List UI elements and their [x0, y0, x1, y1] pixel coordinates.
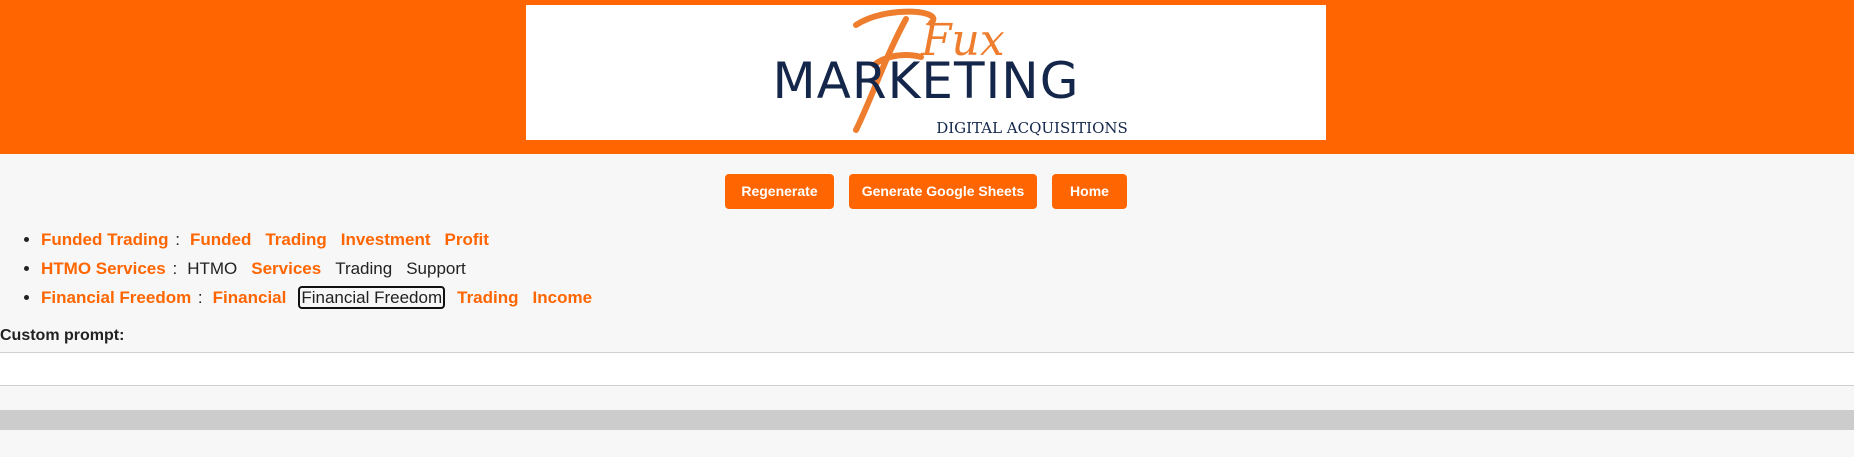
home-button[interactable]: Home — [1052, 174, 1127, 209]
generate-google-sheets-button[interactable]: Generate Google Sheets — [849, 174, 1037, 209]
keyword-chip[interactable]: Funded — [188, 230, 253, 249]
topic-item: Funded Trading : Funded Trading Investment P… — [41, 225, 604, 254]
regenerate-button[interactable]: Regenerate — [725, 174, 834, 209]
keyword-chip[interactable]: Services — [249, 259, 323, 278]
topic-list: Funded Trading : Funded Trading Investment P… — [0, 225, 604, 312]
keyword-chip[interactable]: Investment — [339, 230, 433, 249]
keyword-chip[interactable]: Trading — [333, 259, 394, 278]
keyword-chip[interactable]: Profit — [443, 230, 491, 249]
custom-prompt-input[interactable] — [0, 352, 1854, 386]
keyword-chip[interactable]: Financial Freedom — [298, 286, 446, 309]
action-buttons: Regenerate Generate Google Sheets Home — [0, 174, 1854, 210]
topic-separator: : — [167, 259, 178, 278]
custom-prompt-label: Custom prompt: — [0, 327, 125, 344]
logo: Fux MARKETING DIGITAL ACQUISITIONS — [526, 5, 1326, 140]
keyword-chip[interactable]: Support — [404, 259, 468, 278]
keyword-chip[interactable]: Income — [531, 288, 595, 307]
topic-title[interactable]: HTMO Services — [41, 259, 166, 278]
topic-item: Financial Freedom : Financial Financial Fr… — [41, 283, 604, 312]
logo-tagline: DIGITAL ACQUISITIONS — [936, 119, 1128, 137]
keyword-chip[interactable]: Trading — [455, 288, 520, 307]
logo-graphic: Fux MARKETING DIGITAL ACQUISITIONS — [773, 8, 1128, 137]
progress-bar-track — [0, 410, 1854, 430]
topic-separator: : — [193, 288, 203, 307]
topic-title[interactable]: Financial Freedom — [41, 288, 191, 307]
topic-separator: : — [170, 230, 180, 249]
topic-item: HTMO Services : HTMO Services Trading Suppor… — [41, 254, 604, 283]
keyword-chip[interactable]: HTMO — [185, 259, 239, 278]
keyword-chip[interactable]: Trading — [263, 230, 328, 249]
keyword-chip[interactable]: Financial — [211, 288, 289, 307]
header-banner: Fux MARKETING DIGITAL ACQUISITIONS — [0, 0, 1854, 154]
topic-title[interactable]: Funded Trading — [41, 230, 169, 249]
logo-main-text: MARKETING — [773, 52, 1080, 110]
